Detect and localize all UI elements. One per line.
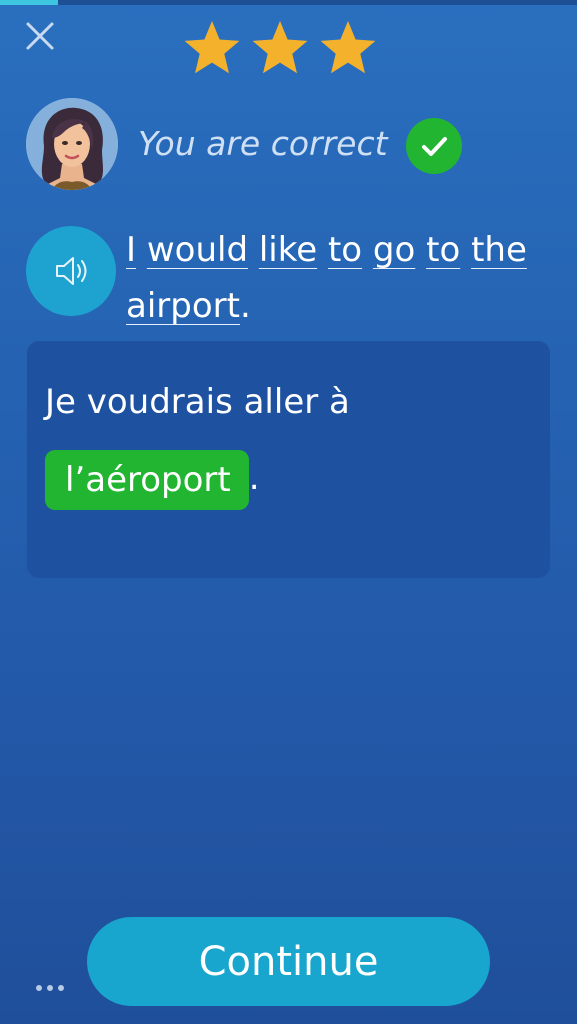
close-icon	[26, 22, 54, 50]
star-rating	[182, 18, 378, 78]
english-sentence: I would like to go to the airport.	[126, 222, 546, 334]
tutor-face-icon	[26, 98, 118, 190]
correct-badge	[406, 118, 462, 174]
translation-answer: Je voudrais aller à l’aéroport.	[45, 364, 525, 516]
lesson-progress-fill	[0, 0, 58, 5]
answer-chip: l’aéroport	[45, 449, 249, 510]
star-icon	[184, 21, 240, 74]
more-options-button[interactable]	[36, 978, 76, 998]
sentence-word[interactable]: the	[471, 230, 527, 270]
ellipsis-icon	[36, 985, 42, 991]
play-audio-button[interactable]	[26, 226, 116, 316]
sentence-word[interactable]: like	[259, 230, 317, 270]
star-icon	[252, 21, 308, 74]
close-button[interactable]	[22, 18, 58, 54]
translation-suffix: .	[248, 458, 260, 498]
tutor-avatar	[26, 98, 118, 190]
translation-prefix: Je voudrais aller à	[45, 382, 350, 422]
star-icon	[320, 21, 376, 74]
sentence-word[interactable]: airport	[126, 286, 240, 326]
speaker-icon	[56, 257, 87, 285]
sentence-punctuation: .	[239, 286, 251, 326]
checkmark-icon	[422, 137, 447, 156]
sentence-word[interactable]: to	[426, 230, 460, 270]
sentence-word[interactable]: go	[373, 230, 415, 270]
sentence-word[interactable]: would	[147, 230, 248, 270]
sentence-word[interactable]: to	[328, 230, 362, 270]
continue-button[interactable]: Continue	[87, 917, 490, 1006]
feedback-message: You are correct	[138, 124, 388, 163]
sentence-word[interactable]: I	[126, 230, 136, 270]
lesson-progress-bar	[0, 0, 577, 5]
ellipsis-icon	[47, 985, 53, 991]
ellipsis-icon	[58, 985, 64, 991]
